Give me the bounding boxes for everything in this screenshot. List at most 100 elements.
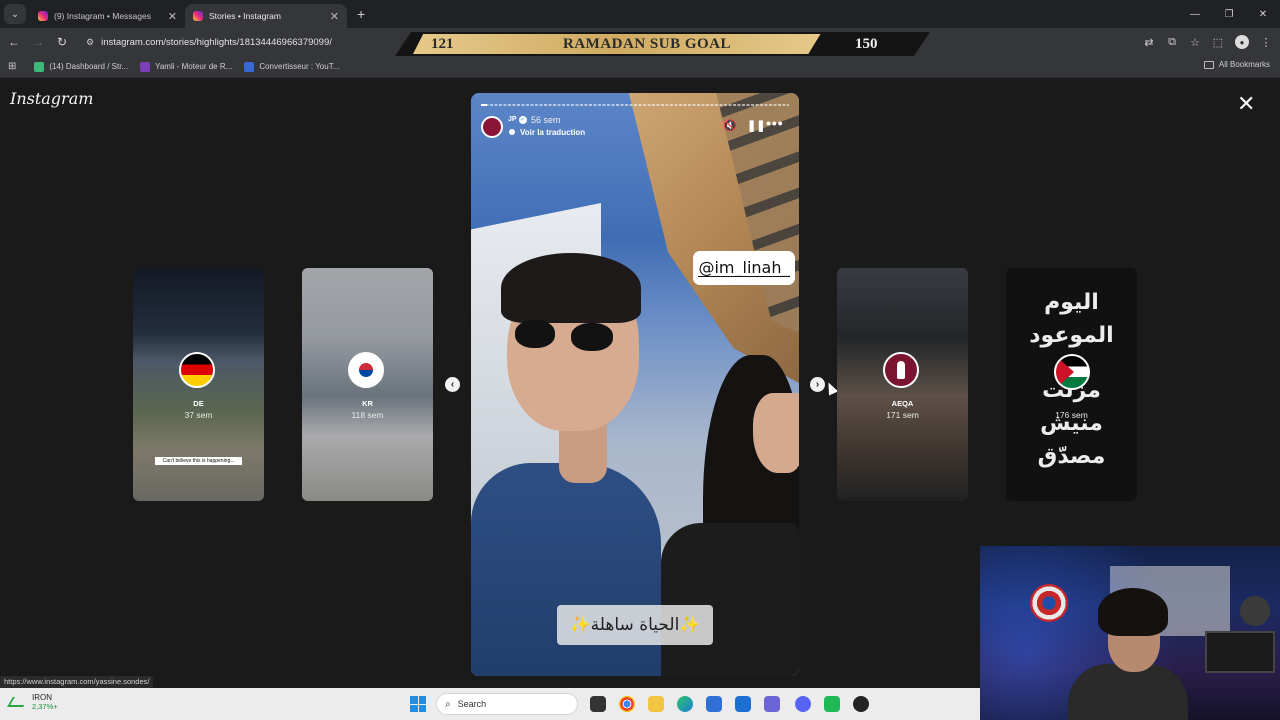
new-tab-button[interactable]: + bbox=[357, 6, 365, 22]
streamer-body bbox=[1068, 664, 1188, 720]
story-username[interactable]: JP bbox=[508, 116, 517, 123]
bookmark-label: (14) Dashboard / Str... bbox=[49, 62, 129, 71]
outlook-icon[interactable] bbox=[735, 696, 751, 712]
extensions-icon[interactable]: ⬚ bbox=[1212, 36, 1224, 49]
tab-stories-instagram[interactable]: Stories • Instagram ✕ bbox=[185, 4, 347, 28]
bookmark-label: Yamli - Moteur de R... bbox=[155, 62, 233, 71]
media-player-icon[interactable] bbox=[853, 696, 869, 712]
taegeuk-icon bbox=[359, 363, 373, 377]
app-green-icon[interactable] bbox=[824, 696, 840, 712]
germany-flag-avatar bbox=[179, 352, 215, 388]
verified-badge-icon: ✓ bbox=[519, 116, 527, 124]
mention-text: @im_linah_ bbox=[698, 258, 790, 277]
teams-icon[interactable] bbox=[764, 696, 780, 712]
bookmark-dashboard[interactable]: (14) Dashboard / Str... bbox=[34, 61, 129, 72]
goal-target: 150 bbox=[855, 36, 878, 52]
story-preview-kr[interactable]: KR 118 sem bbox=[302, 268, 433, 501]
captain-america-shield-icon bbox=[1030, 584, 1068, 622]
story-preview-aeqa[interactable]: AEQA 171 sem bbox=[837, 268, 968, 501]
world-cup-avatar bbox=[883, 352, 919, 388]
reload-icon[interactable]: ↻ bbox=[50, 35, 74, 49]
story-time: 56 sem bbox=[531, 115, 561, 125]
story-preview-text[interactable]: اليوم الموعود مزّلت منيش مصدّق 176 sem bbox=[1006, 268, 1137, 501]
preview-username: DE bbox=[193, 399, 204, 408]
back-icon[interactable]: ← bbox=[2, 35, 26, 49]
tab-title: (9) Instagram • Messages bbox=[54, 11, 151, 21]
story-preview-de[interactable]: DE 37 sem Can't believe this is happenin… bbox=[133, 268, 264, 501]
taskbar-search[interactable]: ⌕ Search bbox=[436, 693, 578, 715]
address-bar[interactable]: ⚙ instagram.com/stories/highlights/18134… bbox=[80, 31, 410, 53]
task-view-icon[interactable] bbox=[590, 696, 606, 712]
korea-flag-avatar bbox=[348, 352, 384, 388]
tab-close-icon[interactable]: ✕ bbox=[330, 10, 339, 23]
preview-username: AEQA bbox=[891, 399, 914, 408]
browser-menu-icon[interactable]: ⋮ bbox=[1260, 36, 1272, 49]
translate-icon[interactable]: ⇄ bbox=[1143, 36, 1155, 49]
convertisseur-favicon-icon bbox=[244, 61, 255, 72]
discord-icon[interactable] bbox=[795, 696, 811, 712]
forward-icon[interactable]: → bbox=[26, 35, 50, 49]
story-photo-man-hair bbox=[501, 253, 641, 323]
mute-icon[interactable]: 🔇 bbox=[723, 119, 737, 132]
apps-grid-icon[interactable]: ⊞ bbox=[8, 61, 16, 72]
dashboard-favicon-icon bbox=[34, 61, 45, 72]
story-avatar[interactable] bbox=[481, 116, 503, 138]
next-story-icon[interactable]: › bbox=[810, 377, 825, 392]
jordan-flag-avatar bbox=[1054, 354, 1090, 390]
instagram-favicon-icon bbox=[193, 11, 203, 21]
webcam-monitor bbox=[1205, 631, 1275, 673]
tab-search-button[interactable]: ⌄ bbox=[4, 4, 26, 24]
tab-close-icon[interactable]: ✕ bbox=[168, 10, 177, 23]
streamer-webcam bbox=[980, 546, 1280, 720]
more-options-icon[interactable]: ••• bbox=[766, 115, 784, 131]
all-bookmarks-button[interactable]: All Bookmarks bbox=[1203, 60, 1270, 69]
yamli-favicon-icon bbox=[140, 61, 151, 72]
site-info-icon[interactable]: ⚙ bbox=[86, 37, 94, 48]
streamer-hair bbox=[1098, 588, 1168, 636]
preview-time: 176 sem bbox=[1055, 410, 1088, 420]
url-text[interactable]: instagram.com/stories/highlights/1813444… bbox=[101, 37, 332, 48]
pause-icon[interactable]: ❚❚ bbox=[747, 119, 765, 132]
bookmark-label: Convertisseur : YouT... bbox=[259, 62, 340, 71]
bookmark-convertisseur[interactable]: Convertisseur : YouT... bbox=[244, 61, 340, 72]
preview-time: 37 sem bbox=[184, 410, 213, 420]
sunglasses-left-lens bbox=[515, 320, 555, 348]
see-translation-link[interactable]: Voir la traduction bbox=[520, 128, 585, 137]
bookmark-yamli[interactable]: Yamli - Moteur de R... bbox=[140, 61, 233, 72]
edge-icon[interactable] bbox=[677, 696, 693, 712]
preview-time: 171 sem bbox=[886, 410, 919, 420]
arabic-line: الموعود bbox=[1029, 323, 1114, 348]
webcam-decor-ball bbox=[1240, 596, 1270, 626]
previous-story-icon[interactable]: ‹ bbox=[445, 377, 460, 392]
toolbar-actions: ⇄ ⧉ ☆ ⬚ ● ⋮ bbox=[1143, 28, 1272, 56]
chrome-icon[interactable] bbox=[619, 696, 635, 712]
bookmark-star-icon[interactable]: ☆ bbox=[1189, 36, 1201, 49]
windows-start-icon[interactable] bbox=[410, 696, 426, 712]
instagram-logo[interactable]: Instagram bbox=[10, 89, 93, 108]
install-app-icon[interactable]: ⧉ bbox=[1166, 36, 1178, 49]
ticker-name: IRON bbox=[32, 693, 52, 702]
restore-icon[interactable]: ❐ bbox=[1212, 0, 1246, 28]
mention-sticker[interactable]: @im_linah_ bbox=[693, 251, 795, 285]
search-placeholder: Search bbox=[457, 699, 487, 709]
story-photo-woman-coat bbox=[661, 523, 799, 676]
preview-username: KR bbox=[362, 399, 373, 408]
preview-caption: Can't believe this is happening... bbox=[155, 457, 242, 465]
minimize-icon[interactable]: — bbox=[1178, 0, 1212, 28]
file-explorer-icon[interactable] bbox=[648, 696, 664, 712]
tab-instagram-messages[interactable]: (9) Instagram • Messages ✕ bbox=[30, 4, 185, 28]
browser-tab-strip: ⌄ (9) Instagram • Messages ✕ Stories • I… bbox=[0, 0, 1280, 28]
trend-up-icon bbox=[7, 697, 29, 707]
store-icon[interactable] bbox=[706, 696, 722, 712]
arabic-line: مصدّق bbox=[1037, 444, 1106, 469]
ticker-value: 2,37%+ bbox=[32, 702, 58, 711]
close-window-icon[interactable]: ✕ bbox=[1246, 0, 1280, 28]
goal-current: 121 bbox=[431, 36, 454, 52]
sunglasses-right-lens bbox=[571, 323, 613, 351]
stock-widget[interactable]: IRON 2,37%+ bbox=[7, 693, 58, 711]
story-progress-track bbox=[481, 104, 789, 106]
profile-avatar-icon[interactable]: ● bbox=[1235, 35, 1249, 49]
active-story[interactable]: JP ✓ 56 sem Voir la traduction 🔇 ❚❚ ••• … bbox=[471, 93, 799, 676]
folder-icon bbox=[1203, 60, 1214, 69]
close-story-icon[interactable]: ✕ bbox=[1237, 93, 1255, 115]
